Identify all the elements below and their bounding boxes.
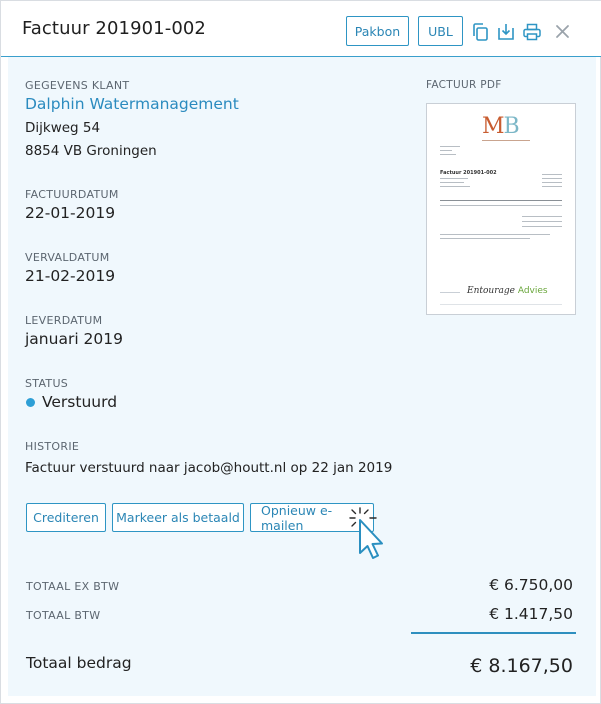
page-title: Factuur 201901-002 — [22, 18, 206, 39]
client-label: GEGEVENS KLANT — [25, 79, 130, 92]
leverdatum-value: januari 2019 — [25, 330, 124, 348]
pakbon-button[interactable]: Pakbon — [346, 16, 409, 46]
close-icon[interactable] — [553, 22, 573, 42]
factuurdatum-label: FACTUURDATUM — [25, 188, 119, 201]
pdf-logo: MB — [482, 114, 520, 139]
total-amount-value: € 8.167,50 — [470, 655, 573, 677]
pdf-footer-logo: Entourage Advies — [467, 286, 548, 296]
crediteren-button[interactable]: Crediteren — [26, 503, 106, 532]
client-city: 8854 VB Groningen — [25, 143, 157, 159]
print-icon[interactable] — [522, 22, 542, 42]
dialog-header: Factuur 201901-002 Pakbon UBL — [1, 1, 601, 57]
pdf-label: FACTUUR PDF — [426, 79, 502, 91]
invoice-dialog: Factuur 201901-002 Pakbon UBL GEGEVENS K… — [0, 0, 601, 704]
resend-email-button[interactable]: Opnieuw e-mailen — [250, 503, 374, 533]
total-btw-value: € 1.417,50 — [489, 605, 573, 623]
total-amount-label: Totaal bedrag — [26, 654, 132, 672]
status-value: Verstuurd — [42, 393, 118, 411]
ubl-button[interactable]: UBL — [418, 16, 463, 46]
total-ex-btw-label: TOTAAL EX BTW — [26, 580, 120, 593]
mark-paid-button[interactable]: Markeer als betaald — [112, 503, 244, 532]
pdf-doc-title: Factuur 201901-002 — [440, 170, 497, 176]
leverdatum-label: LEVERDATUM — [25, 314, 103, 327]
totals-divider — [411, 632, 576, 634]
download-icon[interactable] — [496, 22, 516, 42]
status-dot-icon — [26, 398, 35, 407]
copy-icon[interactable] — [470, 22, 490, 42]
factuurdatum-value: 22-01-2019 — [25, 204, 116, 222]
status-label: STATUS — [25, 377, 69, 390]
vervaldatum-value: 21-02-2019 — [25, 267, 116, 285]
total-btw-label: TOTAAL BTW — [26, 609, 101, 622]
client-name-link[interactable]: Dalphin Watermanagement — [25, 95, 239, 113]
total-ex-btw-value: € 6.750,00 — [489, 576, 573, 594]
client-address: Dijkweg 54 — [25, 120, 101, 136]
historie-entry: Factuur verstuurd naar jacob@houtt.nl op… — [25, 460, 393, 476]
historie-label: HISTORIE — [25, 440, 80, 453]
pdf-preview-thumbnail[interactable]: MB Factuur 201901-002 Entourage Advies — [426, 103, 576, 315]
vervaldatum-label: VERVALDATUM — [25, 251, 110, 264]
